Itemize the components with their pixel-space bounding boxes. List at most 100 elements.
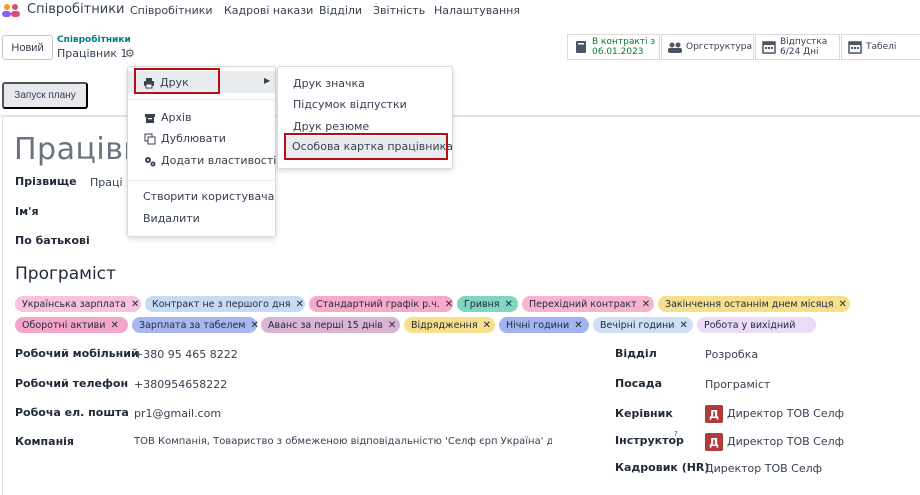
caret-right-icon: ▶ xyxy=(264,76,271,85)
remove-tag-icon[interactable]: ✕ xyxy=(445,299,453,310)
print-resume-label: Друк резюме xyxy=(293,120,370,133)
divider xyxy=(128,180,275,181)
menu-delete[interactable]: Видалити xyxy=(143,212,200,225)
menu-print-badge[interactable]: Друк значка xyxy=(293,77,365,90)
remove-tag-icon[interactable]: ✕ xyxy=(388,320,396,331)
tag-label: Закінчення останнім днем місяця xyxy=(665,298,834,310)
menu-create-user-label: Створити користувача xyxy=(143,190,275,203)
app-logo-icon[interactable] xyxy=(2,3,20,17)
menu-print-resume[interactable]: Друк резюме xyxy=(293,120,369,133)
tag: Стандартний графік р.ч. ✕ xyxy=(309,296,453,312)
avatar: Д xyxy=(705,405,723,423)
tag: Українська зарплата ✕ xyxy=(15,296,141,312)
tag-label: Оборотні активи xyxy=(22,319,106,331)
users-icon xyxy=(668,42,682,53)
tag: Зарплата за табелем ✕ xyxy=(132,317,259,333)
app-name[interactable]: Співробітники xyxy=(27,2,125,17)
org-chart-label: Оргструктура xyxy=(686,42,752,52)
tag-label: Відрядження xyxy=(411,319,478,331)
cogs-icon xyxy=(145,156,156,166)
book-icon xyxy=(576,41,586,53)
menu-delete-label: Видалити xyxy=(143,212,200,225)
tag: Перехідний контракт ✕ xyxy=(522,296,654,312)
nav-hr-orders[interactable]: Кадрові накази xyxy=(224,4,313,17)
work-email-label: Робоча ел. пошта xyxy=(15,406,129,419)
menu-archive[interactable]: Архів xyxy=(144,111,192,124)
menu-add-properties-label: Додати властивості xyxy=(161,154,277,167)
menu-add-properties[interactable]: Додати властивості xyxy=(144,154,276,167)
help-tooltip-icon[interactable]: ? xyxy=(674,430,678,438)
job-title[interactable]: Програміст xyxy=(15,264,116,284)
tag: Контракт не з першого дня ✕ xyxy=(145,296,305,312)
hr-officer-value[interactable]: Директор ТОВ Селф xyxy=(705,462,822,475)
top-navbar: Співробітники Співробітники Кадрові нака… xyxy=(0,0,920,22)
breadcrumb-current: Працівник 1 xyxy=(57,47,128,60)
remove-tag-icon[interactable]: ✕ xyxy=(110,320,118,331)
remove-tag-icon[interactable]: ✕ xyxy=(574,320,582,331)
remove-tag-icon[interactable]: ✕ xyxy=(505,299,513,310)
company-label: Компанія xyxy=(15,435,74,448)
copy-icon xyxy=(144,133,156,144)
remove-tag-icon[interactable]: ✕ xyxy=(296,299,304,310)
work-phone-value[interactable]: +380954658222 xyxy=(134,378,227,391)
first-name-label: Ім'я xyxy=(15,205,39,218)
tag: Закінчення останнім днем місяця ✕ xyxy=(658,296,850,312)
menu-time-off-summary[interactable]: Підсумок відпустки xyxy=(293,98,407,111)
remove-tag-icon[interactable]: ✕ xyxy=(483,320,491,331)
menu-duplicate[interactable]: Дублювати xyxy=(144,132,226,145)
remove-tag-icon[interactable]: ✕ xyxy=(250,320,258,331)
work-phone-label: Робочий телефон xyxy=(15,377,129,390)
highlight-box xyxy=(134,68,220,94)
tag-label: Вечірні години xyxy=(600,319,675,331)
tag-label: Перехідний контракт xyxy=(529,298,637,310)
nav-reporting[interactable]: Звітність xyxy=(373,4,425,17)
tag-label: Нічні години xyxy=(506,319,570,331)
calendar-icon xyxy=(762,41,776,54)
tag: Вечірні години ✕ xyxy=(593,317,693,333)
tag: Нічні години ✕ xyxy=(499,317,589,333)
tag-label: Аванс за перші 15 днів xyxy=(268,319,383,331)
tag: Відрядження ✕ xyxy=(404,317,495,333)
org-chart-smart-button[interactable]: Оргструктура xyxy=(661,34,754,60)
tag-label: Гривня xyxy=(464,298,500,310)
timesheets-smart-button[interactable]: Табелі xyxy=(841,34,920,60)
nav-employees[interactable]: Співробітники xyxy=(130,4,213,17)
nav-departments[interactable]: Відділи xyxy=(319,4,362,17)
remove-tag-icon[interactable]: ✕ xyxy=(679,320,687,331)
avatar: Д xyxy=(705,433,723,451)
remove-tag-icon[interactable]: ✕ xyxy=(642,299,650,310)
launch-plan-button[interactable]: Запуск плану xyxy=(2,82,88,109)
tag-label: Контракт не з першого дня xyxy=(152,298,291,310)
print-badge-label: Друк значка xyxy=(293,77,365,90)
timesheets-label: Табелі xyxy=(866,42,897,52)
job-position-value[interactable]: Програміст xyxy=(705,378,770,391)
menu-duplicate-label: Дублювати xyxy=(161,132,226,145)
time-off-smart-button[interactable]: Відпустка 6/24 Дні xyxy=(755,34,840,60)
tag-label: Українська зарплата xyxy=(22,298,126,310)
archive-icon xyxy=(145,113,155,123)
nav-settings[interactable]: Налаштування xyxy=(434,4,520,17)
department-label: Відділ xyxy=(615,347,657,360)
contract-smart-button[interactable]: В контракті з 06.01.2023 xyxy=(567,34,660,60)
time-off-line2: 6/24 Дні xyxy=(780,47,819,57)
breadcrumb-parent[interactable]: Співробітники xyxy=(57,35,131,45)
contract-line1: В контракті з xyxy=(592,37,656,47)
tag-label: Зарплата за табелем xyxy=(139,319,246,331)
tag: Оборотні активи ✕ xyxy=(15,317,128,333)
work-email-value[interactable]: pr1@gmail.com xyxy=(134,407,221,420)
coach-value[interactable]: Директор ТОВ Селф xyxy=(727,435,844,448)
new-button[interactable]: Новий xyxy=(2,35,53,60)
calendar-icon xyxy=(848,41,862,54)
hr-officer-label: Кадровик (HR) xyxy=(615,461,710,474)
remove-tag-icon[interactable]: ✕ xyxy=(839,299,847,310)
work-mobile-value[interactable]: +380 95 465 8222 xyxy=(134,348,238,361)
gear-icon[interactable]: ⚙ xyxy=(125,48,137,60)
department-value[interactable]: Розробка xyxy=(705,348,758,361)
menu-archive-label: Архів xyxy=(161,111,192,124)
remove-tag-icon[interactable]: ✕ xyxy=(131,299,139,310)
company-value[interactable]: ТОВ Компанія, Товариство з обмеженою від… xyxy=(134,436,552,447)
manager-value[interactable]: Директор ТОВ Селф xyxy=(727,407,844,420)
menu-create-user[interactable]: Створити користувача xyxy=(143,190,274,203)
surname-value[interactable]: Праці xyxy=(90,176,123,189)
job-position-label: Посада xyxy=(615,377,663,390)
